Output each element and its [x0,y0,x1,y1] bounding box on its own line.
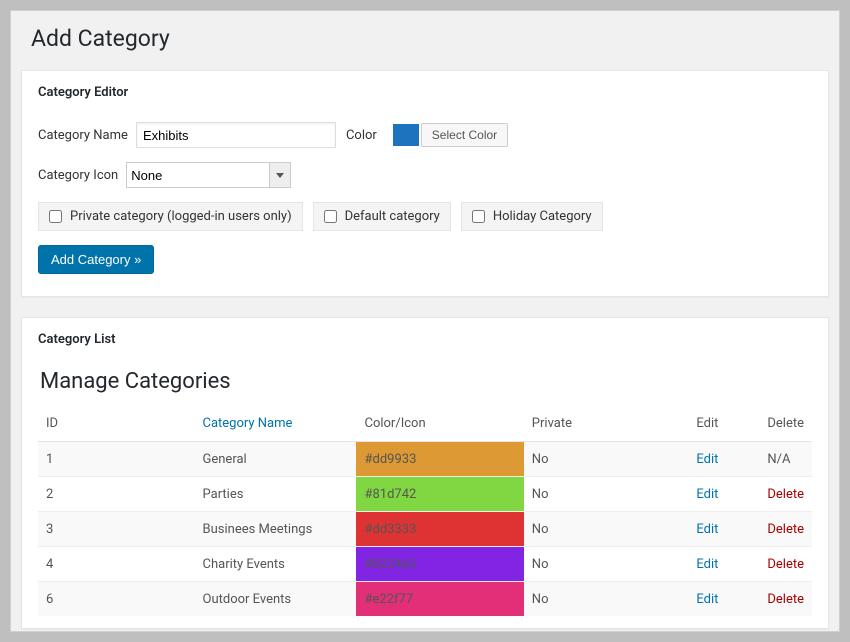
edit-link[interactable]: Edit [696,487,718,502]
cell-color: #dd9933 [356,442,523,477]
delete-na: N/A [759,442,812,477]
manage-title: Manage Categories [40,369,812,394]
delete-link[interactable]: Delete [767,522,804,537]
delete-link[interactable]: Delete [767,557,804,572]
default-label: Default category [345,209,440,224]
edit-link[interactable]: Edit [696,592,718,607]
color-label: Color [346,128,377,143]
category-icon-label: Category Icon [38,168,118,183]
color-swatch[interactable] [393,124,419,146]
cell-name: Outdoor Events [195,582,357,617]
cell-name: Businees Meetings [195,512,357,547]
cell-color: #e22f77 [356,582,523,617]
col-header-color: Color/Icon [356,406,523,442]
cell-name: General [195,442,357,477]
cell-name: Parties [195,477,357,512]
cell-private: No [524,547,689,582]
col-header-id: ID [38,406,195,442]
add-category-button[interactable]: Add Category » [38,245,154,274]
edit-link[interactable]: Edit [696,557,718,572]
table-row: 3Businees Meetings#dd3333No Edit Delete [38,512,812,547]
table-row: 1General#dd9933No Edit N/A [38,442,812,477]
cell-color: #81d742 [356,477,523,512]
cell-private: No [524,477,689,512]
cell-id: 3 [38,512,195,547]
cell-private: No [524,582,689,617]
col-header-edit: Edit [688,406,759,442]
table-row: 2Parties#81d742No Edit Delete [38,477,812,512]
cell-private: No [524,512,689,547]
edit-link[interactable]: Edit [696,522,718,537]
list-heading: Category List [38,332,812,347]
category-table: ID Category Name Color/Icon Private Edit… [38,406,812,616]
cell-id: 2 [38,477,195,512]
cell-color: #dd3333 [356,512,523,547]
cell-name: Charity Events [195,547,357,582]
default-checkbox[interactable] [324,210,337,223]
category-icon-select[interactable]: None [126,162,291,188]
cell-id: 6 [38,582,195,617]
select-color-button[interactable]: Select Color [421,123,508,147]
cell-id: 4 [38,547,195,582]
holiday-checkbox[interactable] [472,210,485,223]
cell-color: #8224e3 [356,547,523,582]
category-editor-panel: Category Editor Category Name Color Sele… [21,70,829,297]
table-row: 6Outdoor Events#e22f77No Edit Delete [38,582,812,617]
holiday-label: Holiday Category [493,209,592,224]
delete-link[interactable]: Delete [767,487,804,502]
editor-heading: Category Editor [38,85,812,100]
col-header-private: Private [524,406,689,442]
category-list-panel: Category List Manage Categories ID Categ… [21,317,829,629]
cell-private: No [524,442,689,477]
page-title: Add Category [31,25,829,52]
cell-id: 1 [38,442,195,477]
col-header-name-link[interactable]: Category Name [203,416,293,431]
category-name-label: Category Name [38,128,128,143]
private-checkbox[interactable] [49,210,62,223]
col-header-delete: Delete [759,406,812,442]
table-row: 4Charity Events#8224e3No Edit Delete [38,547,812,582]
category-name-input[interactable] [136,122,336,148]
edit-link[interactable]: Edit [696,452,718,467]
delete-link[interactable]: Delete [767,592,804,607]
private-label: Private category (logged-in users only) [70,209,292,224]
